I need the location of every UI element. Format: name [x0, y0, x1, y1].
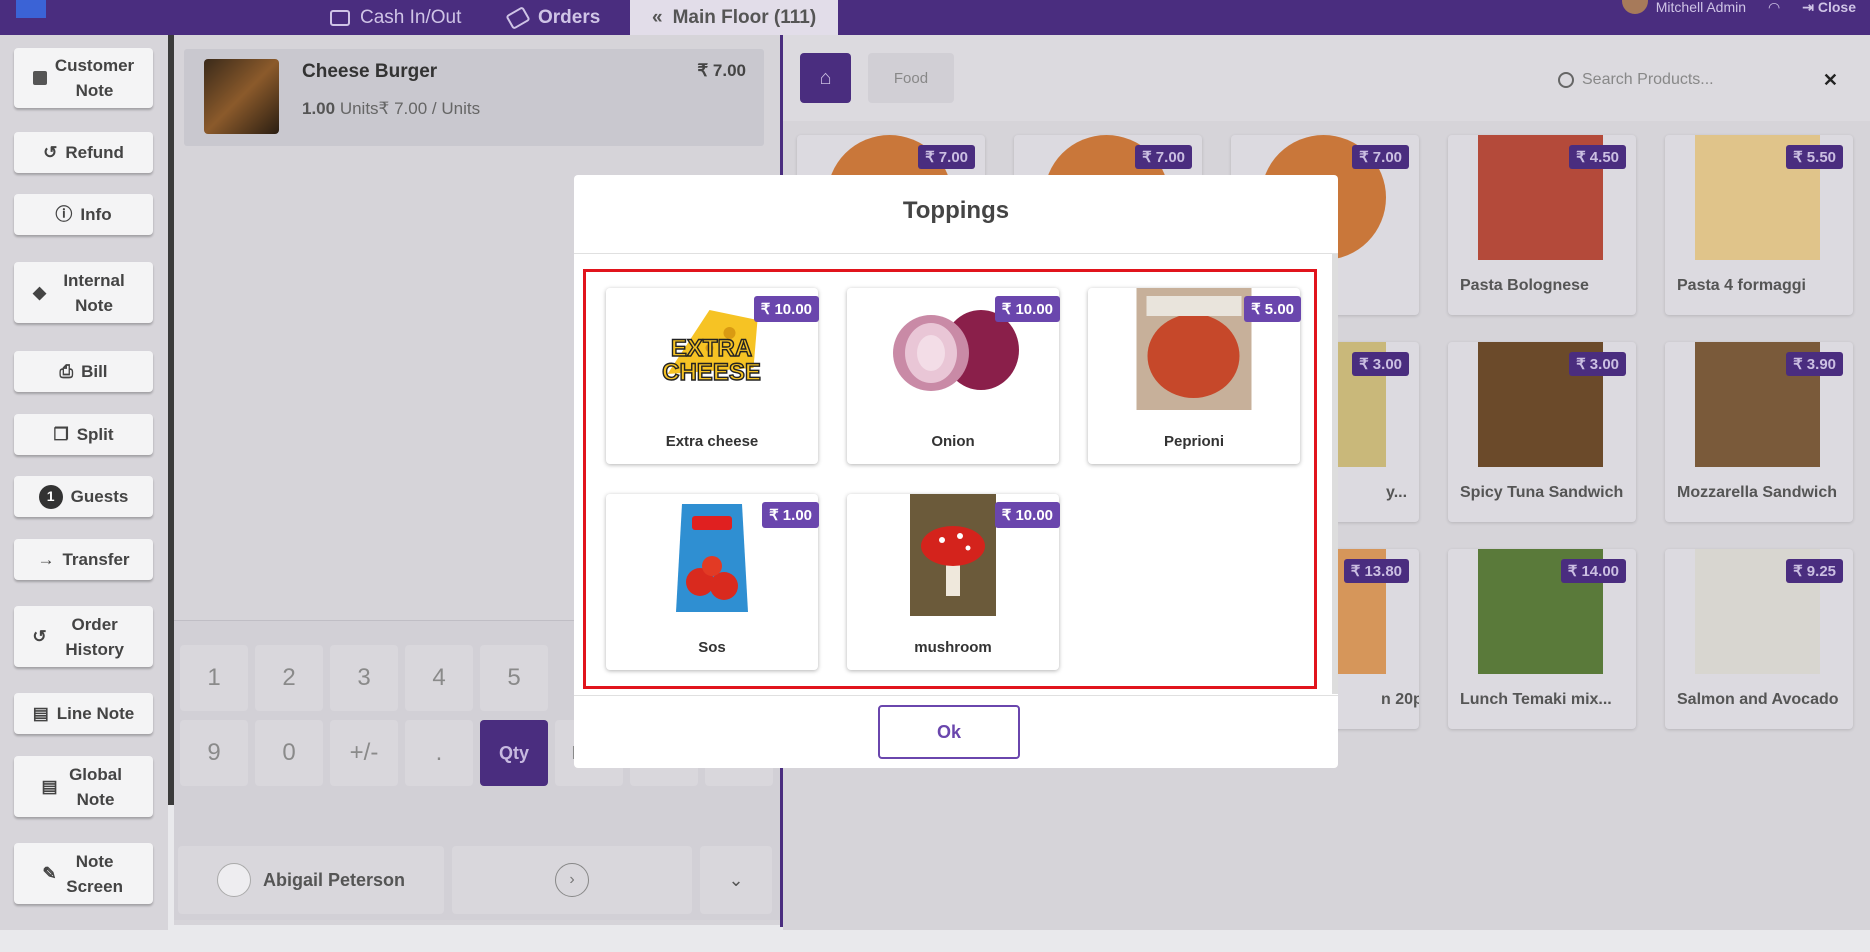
topping-price: ₹ 10.00 [994, 296, 1060, 322]
topping-name: Onion [931, 433, 975, 450]
topping-price: ₹ 5.00 [1244, 296, 1301, 322]
toppings-modal: Toppings EXTRA CHEESE ₹ 10.00 Extra chee… [574, 175, 1338, 768]
topping-name: Peprioni [1163, 433, 1224, 450]
topping-card-mushroom[interactable]: ₹ 10.00 mushroom [847, 494, 1060, 670]
topping-name: Extra cheese [665, 433, 759, 450]
sauce-pack-image [676, 504, 748, 612]
pepperoni-image [1136, 288, 1252, 410]
topping-card-peprioni[interactable]: ₹ 5.00 Peprioni [1088, 288, 1301, 464]
toppings-grid: EXTRA CHEESE ₹ 10.00 Extra cheese ₹ 10.0… [583, 269, 1317, 689]
topping-price: ₹ 1.00 [762, 502, 819, 528]
topping-card-sos[interactable]: ₹ 1.00 Sos [606, 494, 819, 670]
divider [574, 253, 1338, 254]
scrollbar[interactable] [1332, 254, 1338, 694]
ok-button[interactable]: Ok [878, 705, 1020, 759]
topping-price: ₹ 10.00 [753, 296, 819, 322]
topping-card-onion[interactable]: ₹ 10.00 Onion [847, 288, 1060, 464]
topping-price: ₹ 10.00 [994, 502, 1060, 528]
topping-card-extra-cheese[interactable]: EXTRA CHEESE ₹ 10.00 Extra cheese [606, 288, 819, 464]
divider [574, 695, 1338, 696]
extra-cheese-logo-text: EXTRA [671, 335, 752, 362]
modal-title: Toppings [902, 197, 1010, 224]
extra-cheese-logo-text: CHEESE [662, 359, 761, 386]
topping-name: mushroom [914, 639, 992, 656]
mushroom-image [910, 494, 996, 616]
topping-name: Sos [698, 639, 726, 656]
